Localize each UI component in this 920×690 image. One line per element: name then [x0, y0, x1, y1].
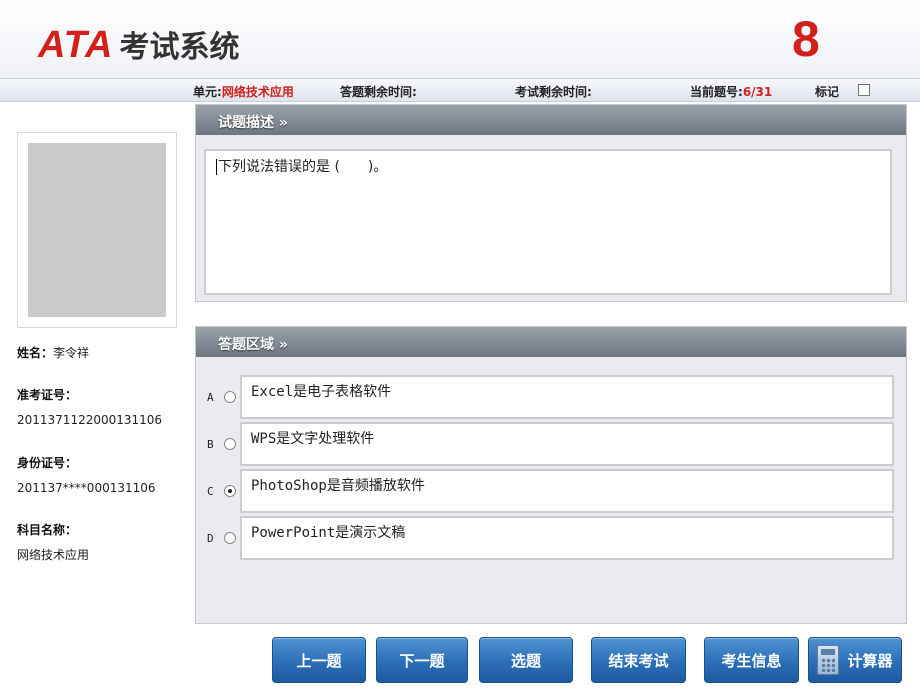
option-d[interactable]: D PowerPoint是演示文稿 [204, 516, 894, 562]
name-line: 姓名：李令祥 [17, 346, 90, 360]
candidate-info-button[interactable]: 考生信息 [704, 637, 799, 683]
question-panel: 试题描述 » 下列说法错误的是 ( )。 [195, 104, 907, 302]
option-a[interactable]: A Excel是电子表格软件 [204, 375, 894, 421]
option-letter: A [207, 391, 214, 404]
question-text: 下列说法错误的是 ( )。 [216, 159, 388, 175]
option-text[interactable]: Excel是电子表格软件 [240, 375, 894, 419]
mark-checkbox[interactable] [858, 84, 870, 96]
subject-label: 科目名称： [17, 523, 78, 537]
answer-panel: 答题区域 » A Excel是电子表格软件 B WPS是文字处理软件 C Pho… [195, 326, 907, 624]
question-panel-title: 试题描述 » [196, 105, 906, 135]
id-label: 身份证号： [17, 456, 78, 470]
option-letter: B [207, 438, 214, 451]
calculator-icon [817, 645, 840, 675]
mark-label: 标记 [815, 85, 840, 99]
calculator-button[interactable]: 计算器 [808, 637, 902, 683]
question-text-box: 下列说法错误的是 ( )。 [204, 149, 892, 295]
calculator-label: 计算器 [847, 651, 893, 670]
current-question-value: 6/31 [742, 85, 773, 99]
admission-label: 准考证号： [17, 388, 78, 402]
name-value: 李令祥 [53, 346, 90, 360]
big-number-badge: 8 [792, 11, 820, 67]
option-letter: D [207, 532, 214, 545]
option-c-radio[interactable] [224, 485, 236, 497]
admission-value: 201137112200013110​6 [17, 413, 163, 427]
photo-frame [17, 132, 177, 328]
logo-brand: ATA [38, 24, 114, 66]
option-text[interactable]: WPS是文字处理软件 [240, 422, 894, 466]
logo-title: 考试系统 [119, 30, 240, 65]
option-b-radio[interactable] [224, 438, 236, 450]
current-question: 当前题号:6/31 [690, 85, 773, 99]
answer-time-label: 答题剩余时间: [340, 85, 417, 99]
candidate-photo [28, 143, 166, 317]
subject-value: 网络技术应用 [17, 548, 90, 562]
info-bar: 单元:网络技术应用 答题剩余时间: 考试剩余时间: 当前题号:6/31 标记 [0, 78, 920, 102]
prev-question-button[interactable]: 上一题 [272, 637, 366, 683]
option-a-radio[interactable] [224, 391, 236, 403]
answer-panel-title: 答题区域 » [196, 327, 906, 357]
option-text[interactable]: PowerPoint是演示文稿 [240, 516, 894, 560]
next-question-button[interactable]: 下一题 [376, 637, 468, 683]
option-b[interactable]: B WPS是文字处理软件 [204, 422, 894, 468]
finish-exam-button[interactable]: 结束考试 [591, 637, 686, 683]
exam-time-label: 考试剩余时间: [515, 85, 592, 99]
logo: ATA 考试系统 [38, 22, 239, 67]
id-value: 201137****000131106 [17, 481, 156, 495]
option-d-radio[interactable] [224, 532, 236, 544]
unit-value: 网络技术应用 [221, 85, 294, 99]
option-c[interactable]: C PhotoShop是音频播放软件 [204, 469, 894, 515]
option-letter: C [207, 485, 214, 498]
select-question-button[interactable]: 选题 [479, 637, 573, 683]
unit-label: 单元:网络技术应用 [193, 85, 294, 99]
option-text[interactable]: PhotoShop是音频播放软件 [240, 469, 894, 513]
